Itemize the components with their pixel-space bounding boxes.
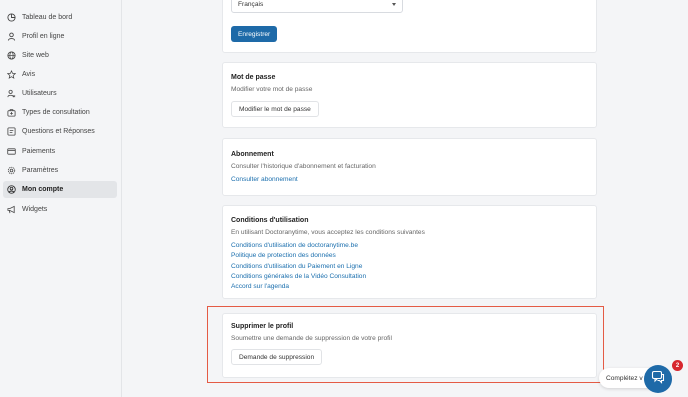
change-password-button[interactable]: Modifier le mot de passe <box>231 101 319 117</box>
language-select-value: Français <box>238 0 264 8</box>
sidebar-item-profile[interactable]: Profil en ligne <box>3 28 117 45</box>
sidebar-item-label: Avis <box>22 71 36 78</box>
sidebar-item-label: Site web <box>22 52 49 59</box>
sidebar-item-label: Utilisateurs <box>22 90 57 97</box>
account-circle-icon <box>7 185 16 194</box>
password-subtitle: Modifier votre mot de passe <box>231 86 313 93</box>
subscription-subtitle: Consulter l'historique d'abonnement et f… <box>231 163 376 170</box>
sidebar-item-consultation-types[interactable]: Types de consultation <box>3 104 117 121</box>
sidebar-item-settings[interactable]: Paramètres <box>3 162 117 179</box>
sidebar: Tableau de bord Profil en ligne Site web… <box>0 0 122 397</box>
megaphone-icon <box>7 205 16 214</box>
save-button[interactable]: Enregistrer <box>231 26 278 42</box>
highlight-box <box>207 306 604 383</box>
sidebar-item-users[interactable]: Utilisateurs <box>3 85 117 102</box>
sidebar-item-qa[interactable]: Questions et Réponses <box>3 123 117 140</box>
payment-terms-link[interactable]: Conditions d'utilisation du Paiement en … <box>231 263 362 270</box>
qa-icon <box>7 127 16 136</box>
language-select[interactable]: Français <box>231 0 403 13</box>
terms-link[interactable]: Conditions d'utilisation de doctoranytim… <box>231 242 358 249</box>
sidebar-item-my-account[interactable]: Mon compte <box>3 181 117 198</box>
sidebar-item-label: Mon compte <box>22 186 64 193</box>
sidebar-item-label: Paiements <box>22 148 56 155</box>
sidebar-item-label: Widgets <box>22 206 48 213</box>
terms-title: Conditions d'utilisation <box>231 217 309 224</box>
sidebar-item-label: Paramètres <box>22 167 59 174</box>
notification-badge: 2 <box>672 360 683 371</box>
video-consultation-terms-link[interactable]: Conditions générales de la Vidéo Consult… <box>231 273 366 280</box>
star-icon <box>7 70 16 79</box>
agenda-agreement-link[interactable]: Accord sur l'agenda <box>231 283 289 290</box>
user-icon <box>7 32 16 41</box>
sidebar-item-label: Types de consultation <box>22 109 90 116</box>
chat-icon <box>651 370 665 389</box>
privacy-policy-link[interactable]: Politique de protection des données <box>231 252 336 259</box>
sidebar-item-reviews[interactable]: Avis <box>3 66 117 83</box>
sidebar-item-dashboard[interactable]: Tableau de bord <box>3 9 117 26</box>
sidebar-item-widgets[interactable]: Widgets <box>3 201 117 218</box>
medical-bag-icon <box>7 108 16 117</box>
chat-prompt-text: Complétez v <box>606 374 643 382</box>
chevron-down-icon <box>392 3 396 6</box>
subscription-title: Abonnement <box>231 151 274 158</box>
gear-icon <box>7 166 16 175</box>
users-icon <box>7 89 16 98</box>
chat-button[interactable] <box>644 365 672 393</box>
password-card: Mot de passe Modifier votre mot de passe… <box>222 62 597 128</box>
sidebar-item-label: Questions et Réponses <box>22 128 95 135</box>
sidebar-item-label: Profil en ligne <box>22 33 65 40</box>
subscription-card: Abonnement Consulter l'historique d'abon… <box>222 138 597 196</box>
dashboard-icon <box>7 13 16 22</box>
sidebar-item-payments[interactable]: Paiements <box>3 143 117 160</box>
password-title: Mot de passe <box>231 74 276 81</box>
sidebar-item-label: Tableau de bord <box>22 14 73 21</box>
language-card: Français Enregistrer <box>222 0 597 53</box>
terms-card: Conditions d'utilisation En utilisant Do… <box>222 205 597 299</box>
credit-card-icon <box>7 147 16 156</box>
view-subscription-link[interactable]: Consulter abonnement <box>231 176 298 183</box>
globe-icon <box>7 51 16 60</box>
sidebar-item-website[interactable]: Site web <box>3 47 117 64</box>
terms-subtitle: En utilisant Doctoranytime, vous accepte… <box>231 229 425 236</box>
